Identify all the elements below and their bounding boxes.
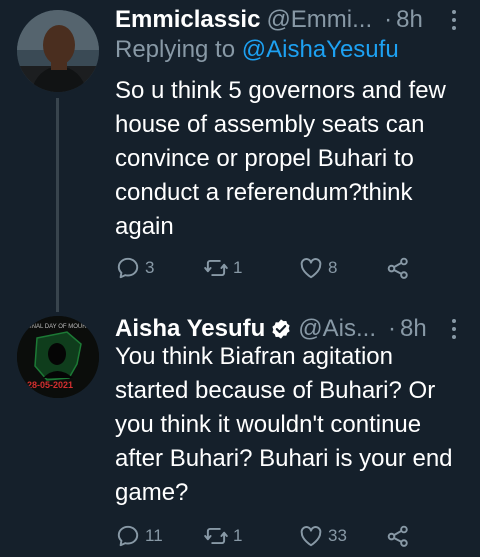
tweet-emmiclassic[interactable]: Emmiclassic @Emmi... · 8h Replying to @A… <box>0 0 480 312</box>
retweet-button[interactable]: 1 <box>203 521 242 551</box>
replying-to-prefix: Replying to <box>115 36 236 63</box>
like-count: 8 <box>328 258 338 277</box>
more-icon[interactable] <box>444 6 464 34</box>
reply-count: 11 <box>145 526 163 545</box>
replying-to: Replying to @AishaYesufu <box>115 36 399 64</box>
separator-dot: · <box>388 315 396 342</box>
like-button[interactable]: 33 <box>298 521 347 551</box>
retweet-button[interactable]: 1 <box>203 253 242 283</box>
tweet-aisha-yesufu[interactable]: ...INAL DAY OF MOURN... 28-05-2021 Aisha… <box>0 300 480 557</box>
like-icon <box>300 526 322 547</box>
reply-button[interactable]: 3 <box>115 253 154 283</box>
tweet-header: Emmiclassic @Emmi... · 8h <box>115 2 464 38</box>
timestamp[interactable]: 8h <box>396 6 423 34</box>
reply-count: 3 <box>145 258 155 277</box>
user-handle[interactable]: @Emmi... <box>266 6 372 34</box>
separator-dot: · <box>384 6 393 33</box>
avatar-caption: ...INAL DAY OF MOURN... <box>25 324 96 330</box>
tweet-actions: 11 1 33 <box>115 521 440 551</box>
avatar-date: 28-05-2021 <box>27 380 74 390</box>
reply-button[interactable]: 11 <box>115 521 163 551</box>
tweet-text: So u think 5 governors and few house of … <box>115 77 446 240</box>
avatar-photo <box>17 10 99 92</box>
share-button[interactable] <box>385 521 411 551</box>
retweet-icon <box>204 259 228 277</box>
reply-icon <box>117 525 139 547</box>
retweet-count: 1 <box>233 526 243 545</box>
avatar[interactable]: ...INAL DAY OF MOURN... 28-05-2021 <box>17 316 99 398</box>
user-handle[interactable]: @Ais... <box>298 315 376 343</box>
share-icon <box>387 257 408 279</box>
display-name[interactable]: Emmiclassic <box>115 6 260 34</box>
replying-to-mention[interactable]: @AishaYesufu <box>242 36 399 63</box>
like-count: 33 <box>328 526 347 545</box>
display-name[interactable]: Aisha Yesufu <box>115 315 265 343</box>
like-button[interactable]: 8 <box>298 253 337 283</box>
tweet-text: You think Biafran agitation started beca… <box>115 343 453 506</box>
like-icon <box>300 258 322 279</box>
avatar[interactable] <box>17 10 99 92</box>
thread-line <box>56 98 59 312</box>
retweet-count: 1 <box>233 258 243 277</box>
more-icon[interactable] <box>444 315 464 343</box>
tweet-actions: 3 1 8 <box>115 253 440 283</box>
retweet-icon <box>204 527 228 545</box>
share-button[interactable] <box>385 253 411 283</box>
reply-icon <box>117 257 139 279</box>
verified-icon <box>272 319 290 339</box>
share-icon <box>387 525 408 547</box>
timestamp[interactable]: 8h <box>400 315 427 343</box>
